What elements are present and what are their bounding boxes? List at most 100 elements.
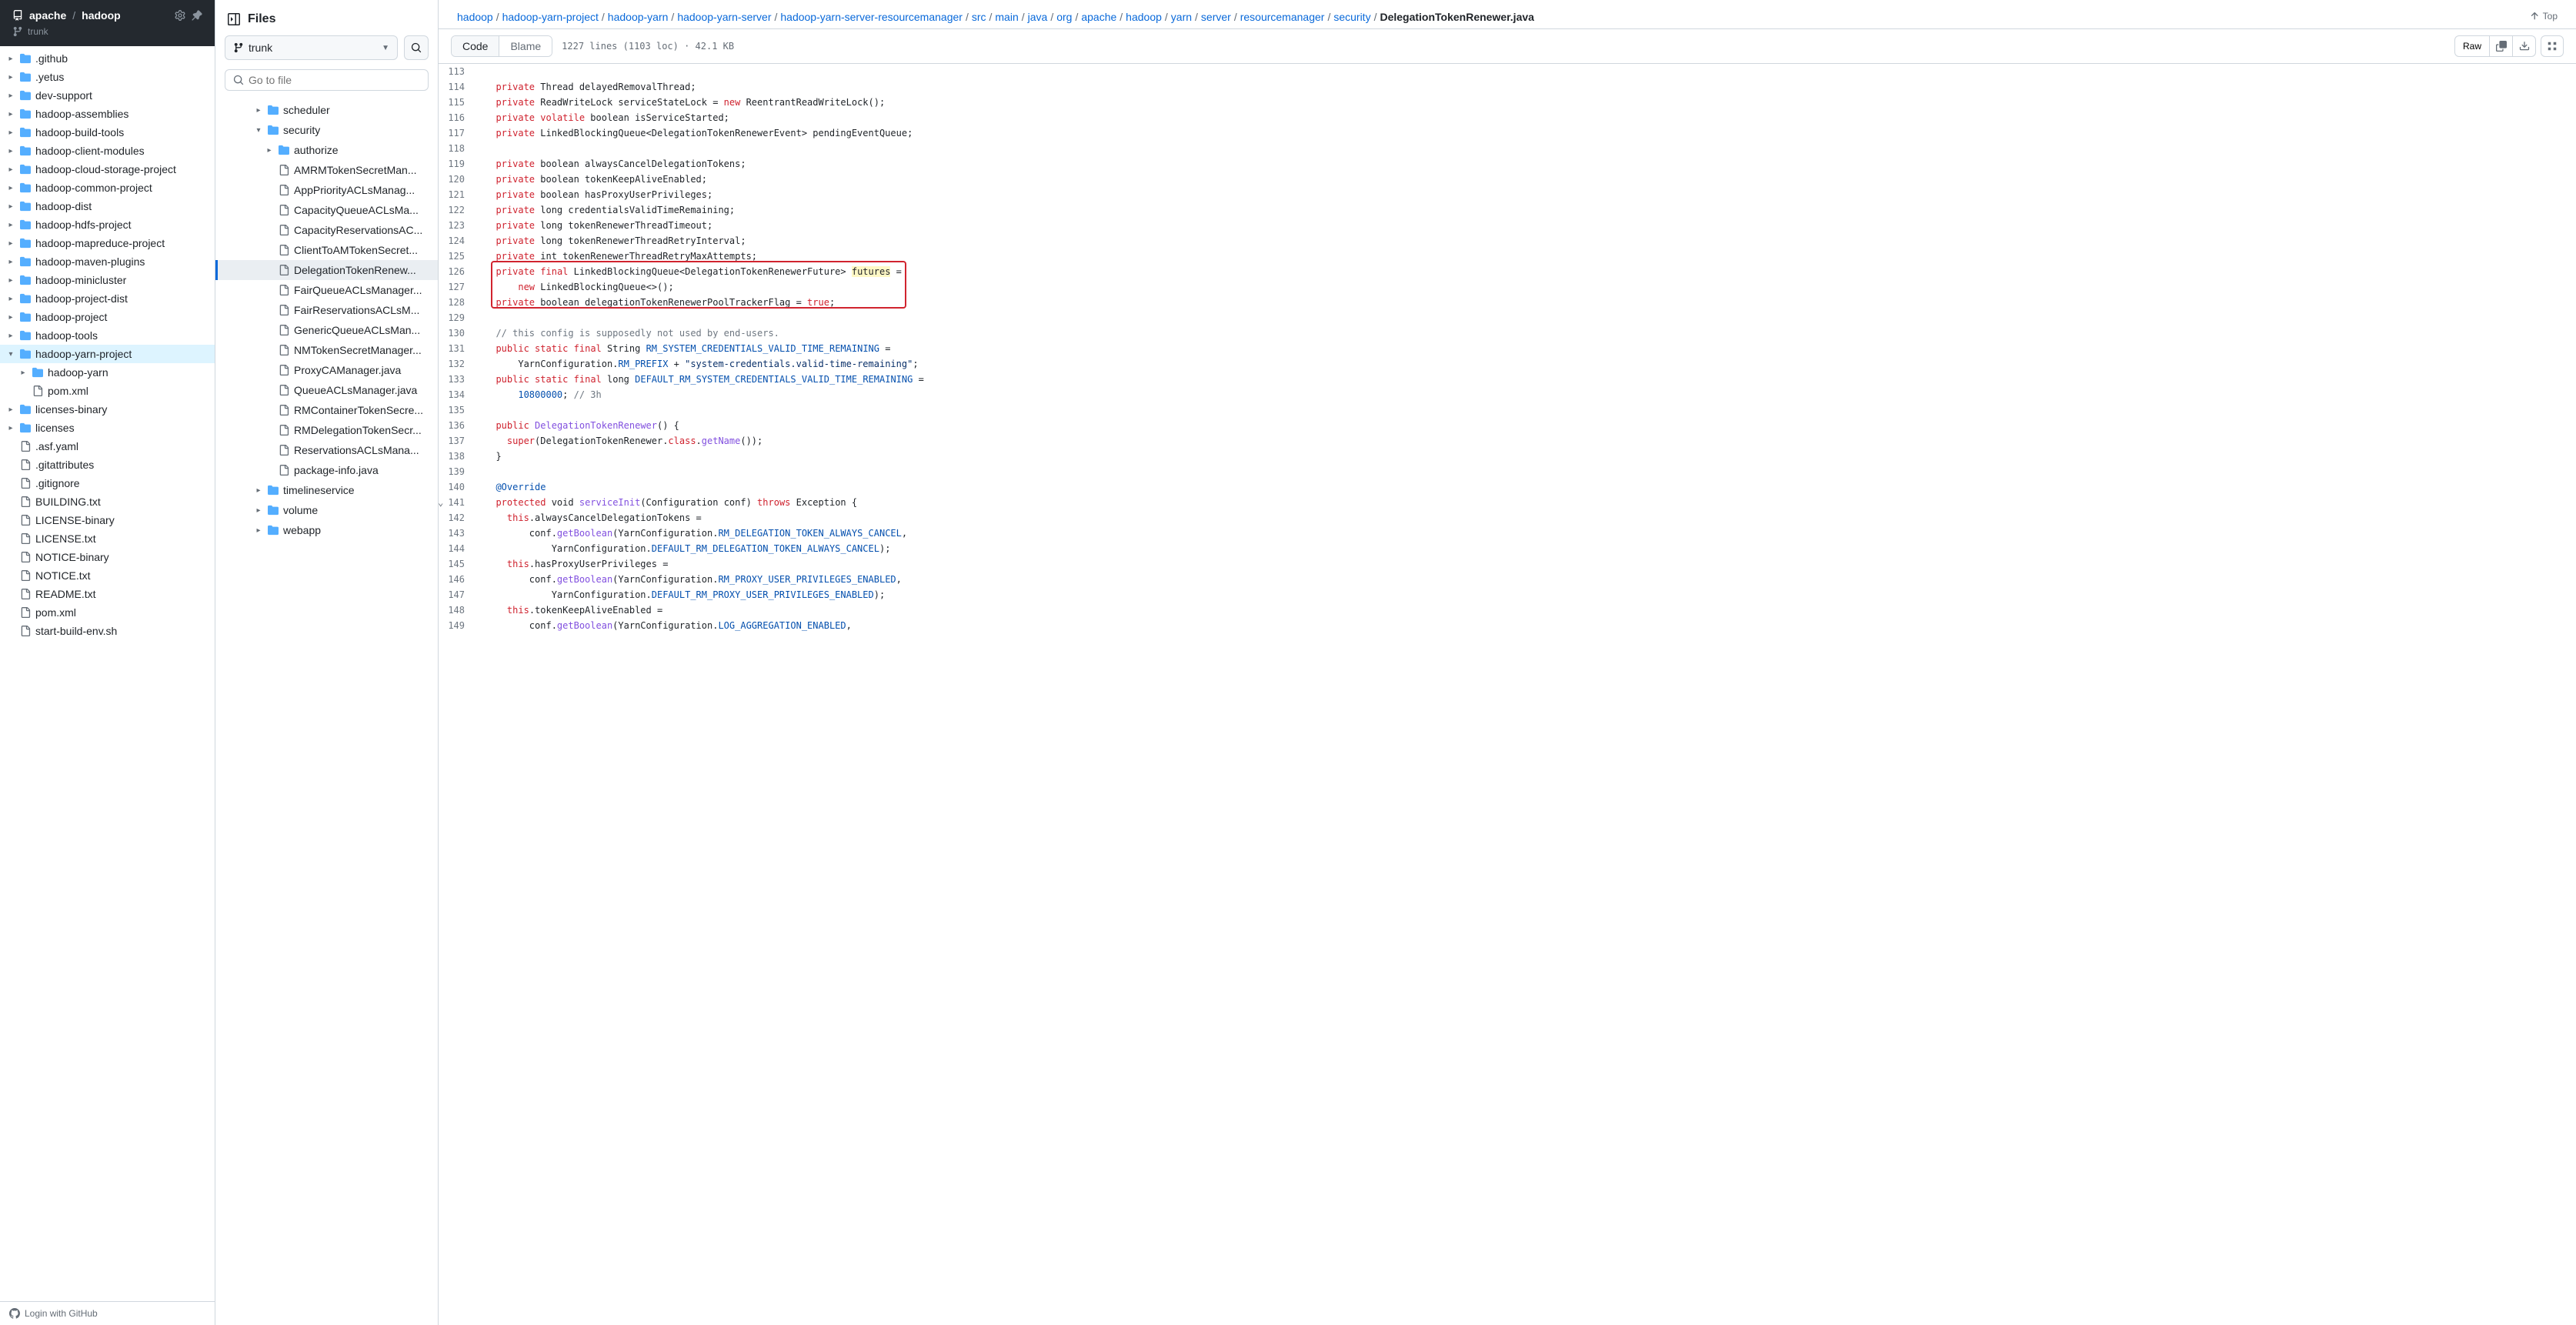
line-number[interactable]: 146 [439,572,477,587]
code-content[interactable]: private boolean alwaysCancelDelegationTo… [477,156,2576,172]
tree-item[interactable]: ▸licenses [0,419,215,437]
code-content[interactable]: @Override [477,479,2576,495]
line-number[interactable]: 135 [439,402,477,418]
breadcrumb-link[interactable]: server [1201,11,1231,23]
search-button[interactable] [404,35,429,60]
pin-icon[interactable] [192,10,202,21]
blame-tab[interactable]: Blame [499,36,552,56]
download-button[interactable] [2513,35,2536,57]
file-item[interactable]: FairReservationsACLsM... [215,300,438,320]
raw-button[interactable]: Raw [2454,35,2490,57]
tree-item[interactable]: pom.xml [0,382,215,400]
code-content[interactable]: this.tokenKeepAliveEnabled = [477,602,2576,618]
line-number[interactable]: 149 [439,618,477,633]
tree-item[interactable]: ▸.github [0,49,215,68]
tree-item[interactable]: ▸hadoop-build-tools [0,123,215,142]
login-link[interactable]: Login with GitHub [0,1301,215,1325]
line-number[interactable]: 115 [439,95,477,110]
code-content[interactable]: private long credentialsValidTimeRemaini… [477,202,2576,218]
line-number[interactable]: 137 [439,433,477,449]
file-item[interactable]: ▸authorize [215,140,438,160]
line-number[interactable]: 128 [439,295,477,310]
code-content[interactable]: private volatile boolean isServiceStarte… [477,110,2576,125]
code-content[interactable]: private long tokenRenewerThreadTimeout; [477,218,2576,233]
tree-item[interactable]: start-build-env.sh [0,622,215,640]
tree-item[interactable]: ▸hadoop-common-project [0,179,215,197]
sidebar-collapse-icon[interactable] [228,13,240,25]
code-area[interactable]: 113114 private Thread delayedRemovalThre… [439,64,2576,1325]
file-item[interactable]: NMTokenSecretManager... [215,340,438,360]
line-number[interactable]: 123 [439,218,477,233]
tree-item[interactable]: LICENSE-binary [0,511,215,529]
file-item[interactable]: CapacityQueueACLsMa... [215,200,438,220]
line-number[interactable]: 133 [439,372,477,387]
file-item[interactable]: ▾security [215,120,438,140]
breadcrumb-link[interactable]: main [995,11,1018,23]
code-content[interactable]: conf.getBoolean(YarnConfiguration.RM_DEL… [477,526,2576,541]
tree-item[interactable]: ▸hadoop-client-modules [0,142,215,160]
tree-item[interactable]: pom.xml [0,603,215,622]
tree-item[interactable]: ▸hadoop-cloud-storage-project [0,160,215,179]
tree-item[interactable]: ▸hadoop-maven-plugins [0,252,215,271]
file-item[interactable]: AMRMTokenSecretMan... [215,160,438,180]
breadcrumb-link[interactable]: hadoop-yarn-server-resourcemanager [780,11,963,23]
line-number[interactable]: 120 [439,172,477,187]
line-number[interactable]: 118 [439,141,477,156]
code-content[interactable] [477,402,2576,418]
code-tab[interactable]: Code [452,36,499,56]
line-number[interactable]: 142 [439,510,477,526]
code-content[interactable]: private boolean delegationTokenRenewerPo… [477,295,2576,310]
code-content[interactable]: this.alwaysCancelDelegationTokens = [477,510,2576,526]
breadcrumb-link[interactable]: hadoop [457,11,493,23]
code-content[interactable]: public static final String RM_SYSTEM_CRE… [477,341,2576,356]
code-content[interactable]: YarnConfiguration.DEFAULT_RM_DELEGATION_… [477,541,2576,556]
file-item[interactable]: ClientToAMTokenSecret... [215,240,438,260]
file-search-input[interactable] [249,74,420,86]
line-number[interactable]: 129 [439,310,477,325]
code-content[interactable]: private Thread delayedRemovalThread; [477,79,2576,95]
line-number[interactable]: 124 [439,233,477,249]
code-content[interactable] [477,464,2576,479]
file-item[interactable]: CapacityReservationsAC... [215,220,438,240]
line-number[interactable]: 119 [439,156,477,172]
code-content[interactable]: // this config is supposedly not used by… [477,325,2576,341]
code-content[interactable]: } [477,449,2576,464]
line-number[interactable]: 130 [439,325,477,341]
breadcrumb-link[interactable]: org [1056,11,1072,23]
code-content[interactable]: public static final long DEFAULT_RM_SYST… [477,372,2576,387]
breadcrumb-link[interactable]: hadoop [1126,11,1162,23]
line-number[interactable]: 134 [439,387,477,402]
code-content[interactable]: private final LinkedBlockingQueue<Delega… [477,264,2576,279]
code-content[interactable]: private ReadWriteLock serviceStateLock =… [477,95,2576,110]
file-item[interactable]: FairQueueACLsManager... [215,280,438,300]
code-content[interactable]: public DelegationTokenRenewer() { [477,418,2576,433]
tree-item[interactable]: ▸hadoop-mapreduce-project [0,234,215,252]
code-content[interactable]: YarnConfiguration.RM_PREFIX + "system-cr… [477,356,2576,372]
file-item[interactable]: ▸scheduler [215,100,438,120]
tree-item[interactable]: ▸hadoop-project-dist [0,289,215,308]
tree-item[interactable]: ▸hadoop-tools [0,326,215,345]
breadcrumb-link[interactable]: apache [1081,11,1116,23]
breadcrumb-link[interactable]: yarn [1171,11,1192,23]
tree-item[interactable]: LICENSE.txt [0,529,215,548]
code-content[interactable]: YarnConfiguration.DEFAULT_RM_PROXY_USER_… [477,587,2576,602]
breadcrumb-link[interactable]: resourcemanager [1240,11,1325,23]
line-number[interactable]: 138 [439,449,477,464]
tree-item[interactable]: ▸hadoop-dist [0,197,215,215]
tree-item[interactable]: ▸.yetus [0,68,215,86]
line-number[interactable]: 144 [439,541,477,556]
expand-icon[interactable]: ⌄ [439,495,443,510]
tree-item[interactable]: ▸hadoop-project [0,308,215,326]
code-content[interactable]: new LinkedBlockingQueue<>(); [477,279,2576,295]
line-number[interactable]: 132 [439,356,477,372]
line-number[interactable]: 139 [439,464,477,479]
code-content[interactable]: super(DelegationTokenRenewer.class.getNa… [477,433,2576,449]
tree-item[interactable]: ▸hadoop-assemblies [0,105,215,123]
line-number[interactable]: 143 [439,526,477,541]
code-content[interactable]: conf.getBoolean(YarnConfiguration.RM_PRO… [477,572,2576,587]
tree-item[interactable]: .asf.yaml [0,437,215,456]
file-item[interactable]: package-info.java [215,460,438,480]
line-number[interactable]: 126 [439,264,477,279]
code-content[interactable] [477,310,2576,325]
code-content[interactable]: protected void serviceInit(Configuration… [477,495,2576,510]
